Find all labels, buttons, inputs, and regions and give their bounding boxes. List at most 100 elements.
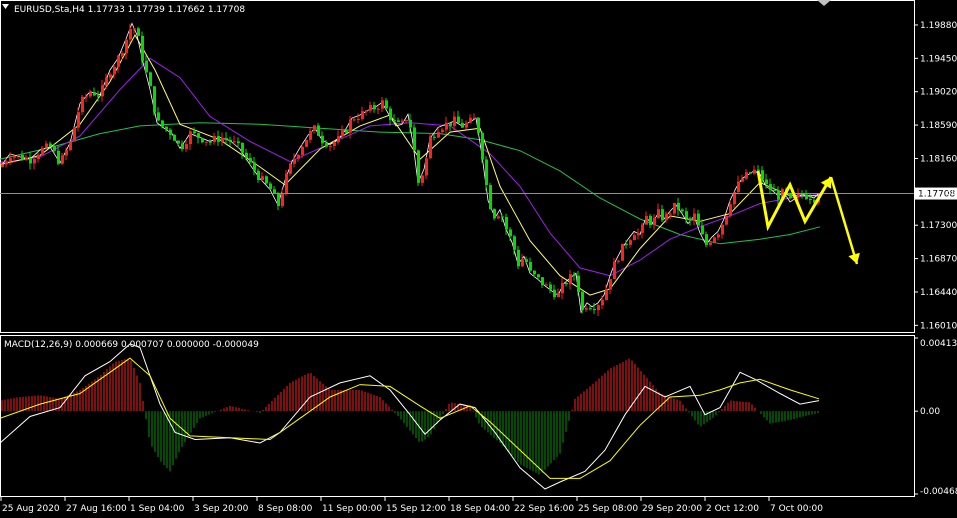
- forecast-arrow-line: [829, 176, 859, 265]
- candle: [513, 234, 516, 255]
- candle: [577, 270, 580, 296]
- candle: [405, 119, 408, 123]
- candle: [425, 156, 428, 180]
- macd-header: MACD(12,26,9) 0.000669 0.000707 0.000000…: [4, 340, 259, 350]
- candle: [329, 144, 332, 152]
- candle: [649, 213, 652, 229]
- candle: [117, 54, 120, 73]
- candle: [601, 295, 604, 310]
- candle: [437, 128, 440, 139]
- price-tick-label: 1.16870: [920, 255, 957, 265]
- time-tick-label: 11 Sep 00:00: [322, 504, 382, 514]
- candle: [385, 97, 388, 110]
- candle: [193, 127, 196, 135]
- candle: [205, 141, 208, 146]
- trading-chart: EURUSD,Sta,H4 1.17733 1.17739 1.17662 1.…: [0, 0, 957, 514]
- time-tick-label: 2 Oct 12:00: [706, 504, 759, 514]
- candle: [685, 207, 688, 224]
- candle: [657, 203, 660, 220]
- candle: [605, 284, 608, 301]
- candle: [261, 172, 264, 181]
- candle: [201, 137, 204, 144]
- candle: [637, 228, 640, 240]
- candle: [641, 222, 644, 239]
- candle: [365, 109, 368, 116]
- price-tick-label: 1.19880: [920, 21, 957, 31]
- time-axis: 25 Aug 2020 27 Aug 16:00 1 Sep 04:00 3 Sep …: [0, 497, 823, 514]
- candle: [285, 170, 288, 196]
- macd-tick-label: -0.004681: [920, 487, 957, 497]
- symbol-header: EURUSD,Sta,H4 1.17733 1.17739 1.17662 1.…: [14, 5, 245, 15]
- candle: [661, 205, 664, 223]
- candle: [473, 113, 476, 119]
- candle: [317, 123, 320, 136]
- candle: [181, 140, 184, 152]
- ma-purple-line: [0, 57, 821, 277]
- candle: [497, 214, 500, 219]
- time-tick-label: 25 Aug 2020: [2, 504, 60, 514]
- candle: [121, 50, 124, 60]
- candle: [325, 139, 328, 149]
- candle: [305, 139, 308, 148]
- candle: [521, 253, 524, 267]
- forecast-annotation: [756, 170, 860, 265]
- time-tick-label: 7 Oct 00:00: [770, 504, 823, 514]
- time-tick-label: 15 Sep 12:00: [386, 504, 446, 514]
- candle: [173, 133, 176, 141]
- candle: [81, 94, 84, 115]
- candle: [89, 89, 92, 99]
- candle: [77, 107, 80, 132]
- candle: [629, 238, 632, 248]
- candle: [653, 214, 656, 230]
- candle: [409, 113, 412, 133]
- candle: [309, 128, 312, 144]
- candle: [21, 150, 24, 161]
- candle: [745, 168, 748, 181]
- candle: [73, 127, 76, 142]
- candle: [269, 181, 272, 190]
- candle: [369, 101, 372, 113]
- candle: [381, 97, 384, 113]
- candle: [517, 246, 520, 269]
- candle: [177, 140, 180, 147]
- candle: [569, 269, 572, 290]
- candle: [161, 120, 164, 129]
- candle: [101, 79, 104, 102]
- candle: [545, 282, 548, 286]
- time-tick-label: 8 Sep 08:00: [258, 504, 313, 514]
- time-tick-label: 25 Sep 08:00: [578, 504, 638, 514]
- candle: [481, 131, 484, 163]
- candle: [413, 124, 416, 151]
- candle: [705, 231, 708, 248]
- price-panel-frame: [0, 0, 915, 333]
- candle: [461, 119, 464, 129]
- scroll-marker-icon[interactable]: [817, 0, 831, 6]
- time-tick-label: 22 Sep 16:00: [514, 504, 574, 514]
- zigzag-pattern: [756, 170, 833, 232]
- candle: [625, 240, 628, 249]
- candle: [389, 106, 392, 126]
- candle: [69, 140, 72, 152]
- price-tick-label: 1.16010: [920, 321, 957, 331]
- candle: [29, 151, 32, 170]
- price-tick-label: 1.19450: [920, 54, 957, 64]
- candle: [581, 289, 584, 314]
- candle: [137, 26, 140, 37]
- candle: [113, 64, 116, 79]
- candle: [65, 147, 68, 161]
- price-tick-label: 1.16440: [920, 288, 957, 298]
- collapse-arrow-icon[interactable]: [2, 4, 9, 9]
- candle: [557, 288, 560, 298]
- candle: [549, 281, 552, 294]
- candle: [589, 304, 592, 311]
- candle: [801, 190, 804, 199]
- candle: [713, 236, 716, 244]
- candle: [417, 149, 420, 186]
- candle: [633, 232, 636, 241]
- price-tick-label: 1.17300: [920, 221, 957, 231]
- candle: [61, 152, 64, 166]
- candle: [217, 130, 220, 146]
- candle: [673, 202, 676, 216]
- candle: [469, 114, 472, 124]
- candle: [25, 154, 28, 161]
